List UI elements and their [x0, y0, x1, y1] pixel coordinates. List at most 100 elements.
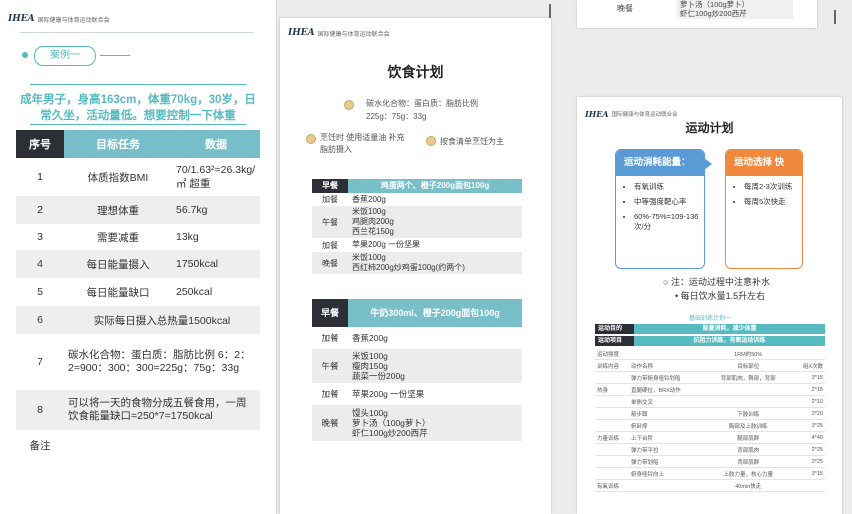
row-task: 需要减重 [97, 231, 139, 244]
row-no: 3 [37, 231, 43, 243]
tip-cook: 按食清单烹饪为主 [440, 137, 504, 146]
logo-text: IHEA [288, 28, 315, 38]
meal-text: 萝卜汤（100g萝卜） 虾仁100g炒200西芹 [677, 0, 793, 19]
table-cell [705, 383, 791, 396]
org-name: 国际健康与体育运动联合会 [611, 112, 678, 118]
table-cell: 弹力带平拉 [629, 443, 706, 456]
row-task: 每日能量缺口 [86, 286, 150, 299]
meal-label: 晚餐 [321, 418, 339, 428]
meal-text: 香蕉200g [352, 333, 388, 343]
breakfast-label: 早餐 [312, 179, 348, 193]
meal-row: 午餐 米饭100g 瘦肉150g 蔬菜一份200g [312, 349, 522, 383]
cook-icon [426, 136, 436, 146]
table-cell [595, 467, 629, 480]
case-tag: 案例一 [34, 46, 96, 66]
table-cell: 2*25 [790, 443, 825, 456]
row-no: 6 [16, 306, 64, 334]
diet-title: 饮食计划 [387, 64, 444, 80]
scroll-indicator[interactable] [549, 4, 551, 18]
table-row: 3 需要减重 13kg [16, 224, 260, 250]
meal-label: 午餐 [322, 217, 338, 227]
divider [100, 55, 130, 56]
table-cell: 3*25 [790, 419, 825, 432]
table-cell: 俯身哑铃向上 [629, 467, 706, 480]
table-row: 7 碳水化合物：蛋白质：脂肪比例 6：2：2=900：300：300=225g：… [16, 334, 260, 390]
training-plan: 基础训练计划一 运动目的 能量消耗，减少体重 运动项目 抗阻力训练，有氧运动训练… [595, 313, 825, 492]
meal-plan-2: 早餐 牛奶300ml、橙子200g面包100g 加餐 香蕉200g 午餐 米饭1… [312, 299, 522, 441]
oil-icon [306, 134, 316, 144]
table-cell: 有氧训练 [595, 479, 629, 492]
table-cell: 3*15 [790, 371, 825, 384]
table-cell: 弹力带划船 [629, 455, 706, 468]
energy-box: 运动消耗能量： 有氧训练 中等强度靶心率 60%-75%=109-136次/分 [615, 149, 705, 269]
meal-label: 加餐 [322, 240, 338, 250]
row-no: 7 [37, 356, 43, 368]
table-cell: 上下台阶 [629, 431, 706, 444]
item-value: 抗阻力训练，有氧运动训练 [634, 336, 825, 346]
meal-text: 馒头100g 萝卜汤（100g萝卜） 虾仁100g炒200西芹 [352, 408, 431, 438]
table-cell: 目标部位 [705, 359, 791, 372]
meal-row: 晚餐 馒头100g 萝卜汤（100g萝卜） 虾仁100g炒200西芹 [312, 405, 522, 441]
meal-label: 午餐 [321, 361, 339, 371]
table-row: 8 可以将一天的食物分成五餐食用，一周饮食能量缺口=250*7=1750kcal [16, 390, 260, 430]
note-text: 注：运动过程中注意补水 [670, 277, 770, 287]
ratio-label: 碳水化合物：蛋白质：脂肪比例 [366, 99, 478, 108]
meal-plan-1: 早餐 鸡蛋两个、橙子200g面包100g 加餐 香蕉200g 午餐 米饭100g… [312, 179, 522, 274]
plan-title: 基础训练计划一 [688, 316, 731, 322]
table-row: 箭步蹲 下肢训练 3*20 [595, 407, 825, 420]
table-row: 训练内容 动作名称 目标部位 组X次数 [595, 359, 825, 372]
table-cell: 3*25 [790, 455, 825, 468]
table-row: 热身 直腿硬拉，BRX动作 2*15 [595, 383, 825, 396]
row-no: 4 [16, 250, 64, 278]
meal-label: 加餐 [321, 333, 339, 343]
table-row: 有氧训练 40min快走 [595, 479, 825, 492]
meal-row: 加餐 香蕉200g [312, 327, 522, 349]
table-cell [595, 419, 629, 432]
table-cell: 直腿硬拉，BRX动作 [629, 383, 706, 396]
energy-box-title: 运动消耗能量： [616, 150, 704, 176]
table-header: 序号 目标任务 数据 [16, 130, 260, 158]
goal-row: 运动目的 能量消耗，减少体重 [595, 324, 825, 334]
table-cell: 3*15 [790, 467, 825, 480]
case-dot-icon [22, 52, 28, 58]
arrow-icon [696, 161, 704, 167]
table-cell: 动作名称 [629, 359, 706, 372]
table-row: 1 体质指数BMI 70/1.63²=26.3kg/㎡ 超重 [16, 158, 260, 196]
breakfast-row: 早餐 鸡蛋两个、橙子200g面包100g [312, 179, 522, 193]
meal-text: 米饭100g 瘦肉150g 蔬菜一份200g [352, 351, 405, 381]
table-row: 2 理想体重 56.7kg [16, 196, 260, 224]
divider [20, 32, 254, 33]
scroll-indicator[interactable] [834, 10, 836, 24]
row-task: 体质指数BMI [87, 171, 149, 184]
table-cell: 下肢训练 [705, 407, 791, 420]
row-value: 70/1.63²=26.3kg/㎡ 超重 [176, 163, 256, 190]
meal-text: 苹果200g 一份坚果 [352, 389, 425, 399]
meal-row: 加餐 香蕉200g [312, 193, 522, 206]
table-cell [629, 348, 706, 360]
meal-row: 加餐 苹果200g 一份坚果 [312, 383, 522, 405]
brand-logo: IHEA 国际健康与体育运动联合会 [8, 14, 110, 24]
table-cell: 上肢力量，核心力量 [705, 467, 791, 480]
row-no: 1 [37, 171, 43, 183]
table-cell: 弹力带俯身哑铃划船 [629, 371, 706, 384]
item-label: 运动项目 [595, 336, 634, 346]
walk-box: 运动选择 快走： 每周2-3次训练 每周5次快走 [725, 149, 803, 269]
table-cell: 胸部及上肢训练 [705, 419, 791, 432]
table-row: 运动强度 1RM的50% [595, 348, 825, 360]
arrow-icon [704, 158, 712, 170]
table-cell: 1RM的50% [705, 348, 791, 360]
meal-row: 午餐 米饭100g 鸡腿肉200g 西兰花150g [312, 206, 522, 238]
meal-label: 加餐 [322, 195, 338, 204]
row-value: 1750kcal [172, 250, 260, 278]
table-cell: 背部肌肉，臀部，背部 [705, 371, 791, 384]
row-task: 每日能量摄入 [64, 250, 172, 278]
table-row: 弹力带俯身哑铃划船 背部肌肉，臀部，背部 3*15 [595, 371, 825, 384]
org-name: 国际健康与体育运动联合会 [317, 31, 390, 38]
table-cell: 单侧交叉 [629, 395, 706, 408]
energy-list: 有氧训练 中等强度靶心率 60%-75%=109-136次/分 [616, 182, 704, 232]
table-cell: 训练内容 [595, 359, 629, 372]
table-cell: 箭步蹲 [629, 407, 706, 420]
table-cell [790, 348, 825, 360]
meal-label: 晚餐 [617, 4, 633, 13]
table-row: 弹力带划船 背部肌群 3*25 [595, 455, 825, 468]
